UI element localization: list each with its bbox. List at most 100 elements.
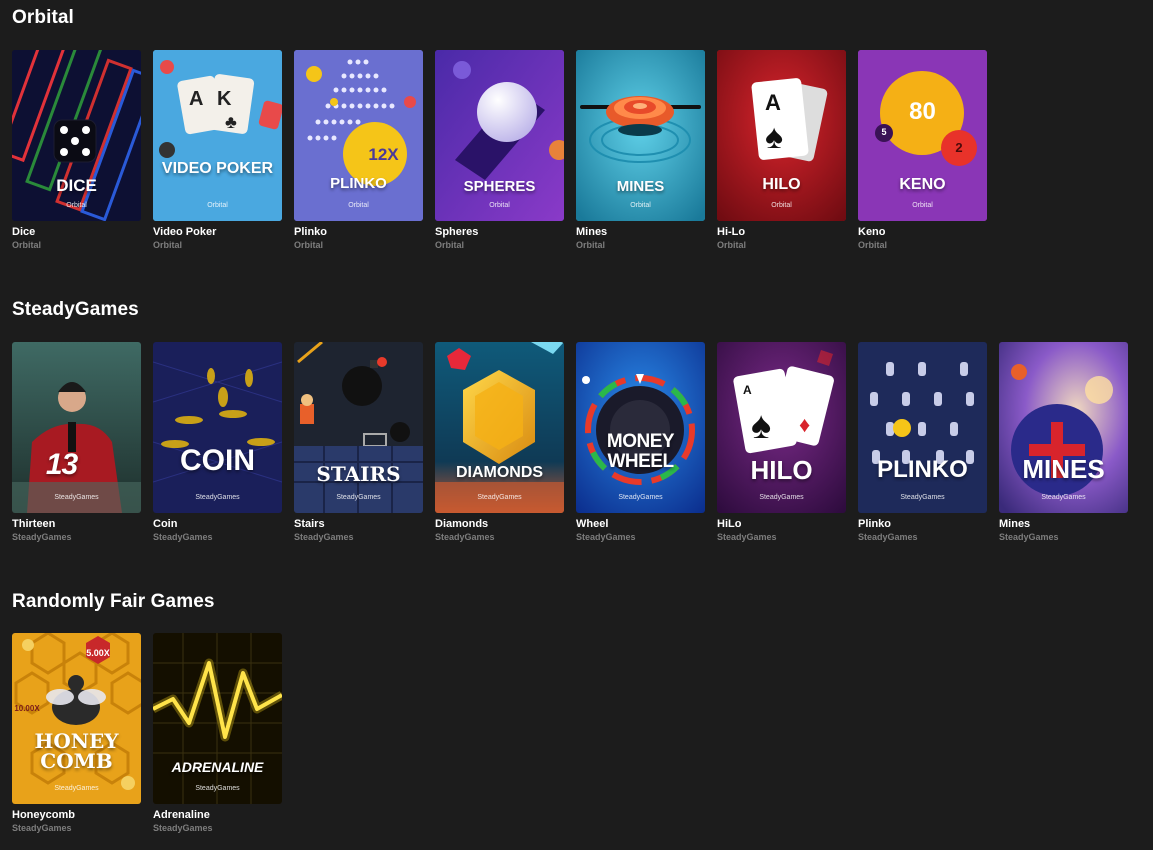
poker-cards-art: A K ♣: [153, 50, 282, 221]
game-art-provider: SteadyGames: [900, 494, 945, 501]
game-art-title: MINES: [616, 178, 665, 195]
game-name[interactable]: Hi-Lo: [717, 225, 846, 239]
game-grid: 13 SteadyGames Thirteen SteadyGames COIN…: [12, 342, 1128, 544]
svg-text:K: K: [217, 88, 232, 110]
game-card-hilo[interactable]: A ♠ ♦ HILO SteadyGames HiLo SteadyGames: [717, 342, 846, 544]
game-name[interactable]: Thirteen: [12, 517, 141, 531]
game-card-hi-lo[interactable]: A ♠ HILO Orbital Hi-Lo Orbital: [717, 50, 846, 252]
game-art-title: COIN: [180, 444, 255, 477]
plinko-art: [294, 50, 423, 221]
game-name[interactable]: Adrenaline: [153, 808, 282, 822]
game-card-honeycomb[interactable]: 5.00X 10.00X HONEY COMB SteadyGames Hone…: [12, 633, 141, 835]
game-art-title: HILO: [762, 176, 801, 193]
game-thumbnail[interactable]: 12X PLINKO Orbital: [294, 50, 423, 221]
stairs-art: [294, 342, 423, 513]
game-thumbnail[interactable]: 5.00X 10.00X HONEY COMB SteadyGames: [12, 633, 141, 804]
game-name[interactable]: Honeycomb: [12, 808, 141, 822]
game-art-provider: SteadyGames: [54, 494, 99, 501]
diamonds-art: [435, 342, 564, 513]
game-thumbnail[interactable]: A K ♣ VIDEO POKER Orbital: [153, 50, 282, 221]
game-art-provider: SteadyGames: [195, 785, 240, 792]
game-name[interactable]: Keno: [858, 225, 987, 239]
game-art-provider: SteadyGames: [1041, 494, 1086, 501]
game-name[interactable]: Wheel: [576, 517, 705, 531]
svg-text:♣: ♣: [225, 112, 237, 132]
game-art-provider: Orbital: [348, 202, 369, 209]
game-card-diamonds[interactable]: DIAMONDS SteadyGames Diamonds SteadyGame…: [435, 342, 564, 544]
game-thumbnail[interactable]: MINES SteadyGames: [999, 342, 1128, 513]
game-name[interactable]: Plinko: [858, 517, 987, 531]
plinko-multiplier: 12X: [368, 145, 399, 164]
game-card-adrenaline[interactable]: ADRENALINE SteadyGames Adrenaline Steady…: [153, 633, 282, 835]
game-name[interactable]: Video Poker: [153, 225, 282, 239]
svg-text:♠: ♠: [751, 405, 771, 447]
game-name[interactable]: Diamonds: [435, 517, 564, 531]
game-art-title: MONEY WHEEL: [606, 431, 675, 472]
section-title: Orbital: [12, 7, 74, 28]
game-art-title: PLINKO: [330, 175, 387, 192]
game-card-mines-steady[interactable]: MINES SteadyGames Mines SteadyGames: [999, 342, 1128, 544]
game-card-spheres[interactable]: SPHERES Orbital Spheres Orbital: [435, 50, 564, 252]
game-card-stairs[interactable]: STAIRS SteadyGames Stairs SteadyGames: [294, 342, 423, 544]
game-name[interactable]: Dice: [12, 225, 141, 239]
game-thumbnail[interactable]: A ♠ ♦ HILO SteadyGames: [717, 342, 846, 513]
svg-text:A: A: [765, 90, 781, 115]
game-thumbnail[interactable]: A ♠ HILO Orbital: [717, 50, 846, 221]
thirteen-art: [12, 342, 141, 513]
game-provider: SteadyGames: [576, 532, 636, 542]
game-provider: SteadyGames: [435, 532, 495, 542]
game-grid: 5.00X 10.00X HONEY COMB SteadyGames Hone…: [12, 633, 282, 835]
game-thumbnail[interactable]: SPHERES Orbital: [435, 50, 564, 221]
game-thumbnail[interactable]: 13 SteadyGames: [12, 342, 141, 513]
game-provider: SteadyGames: [153, 532, 213, 542]
game-grid: DICE Orbital Dice Orbital A K ♣ VIDEO PO…: [12, 50, 987, 252]
game-art-provider: SteadyGames: [195, 494, 240, 501]
game-art-title: 13: [45, 448, 78, 481]
game-card-thirteen[interactable]: 13 SteadyGames Thirteen SteadyGames: [12, 342, 141, 544]
game-provider: Orbital: [576, 240, 606, 250]
game-thumbnail[interactable]: MONEY WHEEL SteadyGames: [576, 342, 705, 513]
money-wheel-art: [576, 342, 705, 513]
game-art-provider: SteadyGames: [618, 494, 663, 501]
mines-art: [576, 50, 705, 221]
game-art-provider: Orbital: [207, 202, 228, 209]
game-art-title: KENO: [899, 176, 946, 193]
game-card-video-poker[interactable]: A K ♣ VIDEO POKER Orbital Video Poker Or…: [153, 50, 282, 252]
game-art-title: HILO: [750, 455, 813, 485]
game-thumbnail[interactable]: MINES Orbital: [576, 50, 705, 221]
game-thumbnail[interactable]: DICE Orbital: [12, 50, 141, 221]
keno-small-ball: 2: [955, 140, 963, 155]
game-thumbnail[interactable]: PLINKO SteadyGames: [858, 342, 987, 513]
game-card-coin[interactable]: COIN SteadyGames Coin SteadyGames: [153, 342, 282, 544]
game-thumbnail[interactable]: 80 2 5 KENO Orbital: [858, 50, 987, 221]
keno-tiny-ball: 5: [881, 127, 887, 137]
game-name[interactable]: Mines: [576, 225, 705, 239]
game-thumbnail[interactable]: STAIRS SteadyGames: [294, 342, 423, 513]
game-provider: Orbital: [858, 240, 888, 250]
adrenaline-art: [153, 633, 282, 804]
game-card-wheel[interactable]: MONEY WHEEL SteadyGames Wheel SteadyGame…: [576, 342, 705, 544]
game-name[interactable]: HiLo: [717, 517, 846, 531]
game-card-plinko-steady[interactable]: PLINKO SteadyGames Plinko SteadyGames: [858, 342, 987, 544]
game-name[interactable]: Spheres: [435, 225, 564, 239]
game-provider: SteadyGames: [858, 532, 918, 542]
hilo-art: A ♠: [717, 50, 846, 221]
game-thumbnail[interactable]: COIN SteadyGames: [153, 342, 282, 513]
game-name[interactable]: Coin: [153, 517, 282, 531]
game-provider: Orbital: [435, 240, 465, 250]
game-provider: Orbital: [294, 240, 324, 250]
game-thumbnail[interactable]: DIAMONDS SteadyGames: [435, 342, 564, 513]
game-name[interactable]: Stairs: [294, 517, 423, 531]
game-art-provider: Orbital: [630, 202, 651, 209]
game-card-dice[interactable]: DICE Orbital Dice Orbital: [12, 50, 141, 252]
game-card-plinko[interactable]: 12X PLINKO Orbital Plinko Orbital: [294, 50, 423, 252]
game-name[interactable]: Mines: [999, 517, 1128, 531]
game-thumbnail[interactable]: ADRENALINE SteadyGames: [153, 633, 282, 804]
game-card-mines[interactable]: MINES Orbital Mines Orbital: [576, 50, 705, 252]
game-card-keno[interactable]: 80 2 5 KENO Orbital Keno Orbital: [858, 50, 987, 252]
game-name[interactable]: Plinko: [294, 225, 423, 239]
svg-text:A: A: [189, 88, 203, 110]
game-art-title: SPHERES: [463, 178, 536, 195]
game-art-provider: SteadyGames: [477, 494, 522, 501]
game-art-provider: Orbital: [66, 202, 87, 209]
